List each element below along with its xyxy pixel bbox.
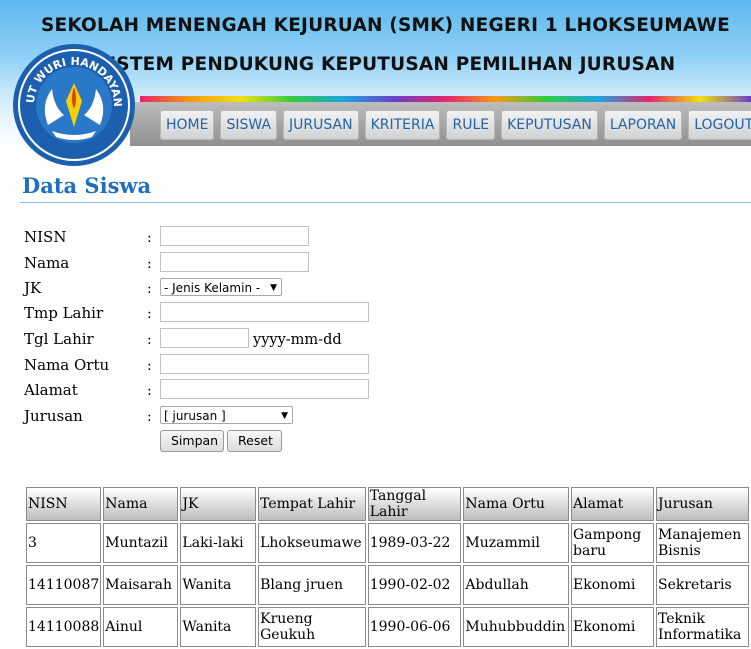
cell-nama: Maisarah: [103, 565, 179, 605]
colon: :: [147, 358, 152, 374]
jk-selected: - Jenis Kelamin -: [164, 281, 261, 295]
school-title: SEKOLAH MENENGAH KEJURUAN (SMK) NEGERI 1…: [40, 15, 731, 36]
main-nav: HOME SISWA JURUSAN KRITERIA RULE KEPUTUS…: [160, 110, 751, 140]
jk-label: JK: [24, 279, 42, 297]
colon: :: [147, 332, 152, 348]
cell-jk: Laki-laki: [180, 523, 257, 563]
nav-laporan[interactable]: LAPORAN: [603, 110, 683, 140]
nama-ortu-label: Nama Ortu: [24, 356, 110, 374]
colon: :: [147, 383, 152, 399]
nav-home[interactable]: HOME: [160, 110, 215, 140]
nav-logout[interactable]: LOGOUT: [688, 110, 751, 140]
col-jk: JK: [180, 487, 257, 521]
cell-nama-ortu: Muhubbuddin: [463, 607, 570, 647]
tgl-lahir-label: Tgl Lahir: [24, 330, 94, 348]
row-alamat: Alamat :: [24, 379, 624, 407]
tmp-lahir-label: Tmp Lahir: [24, 304, 104, 322]
cell-tempat-lahir: Krueng Geukuh: [258, 607, 366, 647]
cell-nama: Ainul: [103, 607, 179, 647]
table-header-row: NISN Nama JK Tempat Lahir Tanggal Lahir …: [26, 487, 749, 521]
cell-nisn: 14110087: [26, 565, 102, 605]
col-tanggal-lahir: Tanggal Lahir: [367, 487, 462, 521]
jurusan-label: Jurusan: [24, 407, 83, 425]
row-nisn: NISN :: [24, 226, 624, 254]
col-nisn: NISN: [26, 487, 102, 521]
cell-tempat-lahir: Lhokseumawe: [258, 523, 366, 563]
simpan-button[interactable]: Simpan: [160, 430, 224, 452]
chevron-down-icon: ▼: [281, 411, 288, 421]
cell-nama-ortu: Muzammil: [463, 523, 570, 563]
colon: :: [147, 281, 152, 297]
nav-rule[interactable]: RULE: [446, 110, 496, 140]
colon: :: [147, 409, 152, 425]
chevron-down-icon: ▼: [270, 283, 277, 293]
title-divider: [20, 202, 751, 203]
cell-alamat: Ekonomi: [571, 607, 654, 647]
row-tmp-lahir: Tmp Lahir :: [24, 302, 624, 330]
jurusan-selected: [ jurusan ]: [164, 409, 226, 423]
cell-jk: Wanita: [180, 565, 257, 605]
cell-alamat: Ekonomi: [571, 565, 654, 605]
cell-nisn: 14110088: [26, 607, 102, 647]
page-title: Data Siswa: [22, 173, 152, 198]
cell-nama: Muntazil: [103, 523, 179, 563]
tmp-lahir-input[interactable]: [160, 302, 369, 322]
col-alamat: Alamat: [571, 487, 654, 521]
colon: :: [147, 256, 152, 272]
cell-tanggal-lahir: 1989-03-22: [367, 523, 462, 563]
colon: :: [147, 230, 152, 246]
jk-select[interactable]: - Jenis Kelamin - ▼: [160, 278, 282, 296]
cell-jurusan: Manajemen Bisnis: [656, 523, 749, 563]
nav-siswa[interactable]: SISWA: [220, 110, 278, 140]
cell-tanggal-lahir: 1990-06-06: [367, 607, 462, 647]
nav-kriteria[interactable]: KRITERIA: [364, 110, 441, 140]
student-table: NISN Nama JK Tempat Lahir Tanggal Lahir …: [24, 485, 751, 649]
row-tgl-lahir: Tgl Lahir : yyyy-mm-dd: [24, 328, 624, 356]
alamat-label: Alamat: [24, 381, 78, 399]
cell-jk: Wanita: [180, 607, 257, 647]
colon: :: [147, 306, 152, 322]
tgl-lahir-input[interactable]: [160, 328, 249, 348]
row-nama: Nama :: [24, 252, 624, 280]
col-tempat-lahir: Tempat Lahir: [258, 487, 366, 521]
nama-label: Nama: [24, 254, 70, 272]
alamat-input[interactable]: [160, 379, 369, 399]
nisn-label: NISN: [24, 228, 67, 246]
col-nama: Nama: [103, 487, 179, 521]
row-jurusan: Jurusan : [ jurusan ] ▼: [24, 406, 624, 433]
nama-input[interactable]: [160, 252, 309, 272]
nama-ortu-input[interactable]: [160, 354, 369, 374]
nisn-input[interactable]: [160, 226, 309, 246]
cell-nisn: 3: [26, 523, 102, 563]
cell-tanggal-lahir: 1990-02-02: [367, 565, 462, 605]
table-row: 14110087 Maisarah Wanita Blang jruen 199…: [26, 565, 749, 605]
table-row: 3 Muntazil Laki-laki Lhokseumawe 1989-03…: [26, 523, 749, 563]
tut-wuri-handayani-logo: TUT WURI HANDAYANI: [12, 43, 135, 166]
reset-button[interactable]: Reset: [227, 430, 282, 452]
col-jurusan: Jurusan: [656, 487, 749, 521]
cell-tempat-lahir: Blang jruen: [258, 565, 366, 605]
date-format-hint: yyyy-mm-dd: [253, 332, 342, 348]
cell-nama-ortu: Abdullah: [463, 565, 570, 605]
cell-jurusan: Teknik Informatika: [656, 607, 749, 647]
cell-alamat: Gampong baru: [571, 523, 654, 563]
nav-keputusan[interactable]: KEPUTUSAN: [501, 110, 598, 140]
col-nama-ortu: Nama Ortu: [463, 487, 570, 521]
nav-jurusan[interactable]: JURUSAN: [283, 110, 359, 140]
cell-jurusan: Sekretaris: [656, 565, 749, 605]
jurusan-select[interactable]: [ jurusan ] ▼: [160, 406, 293, 424]
table-row: 14110088 Ainul Wanita Krueng Geukuh 1990…: [26, 607, 749, 647]
